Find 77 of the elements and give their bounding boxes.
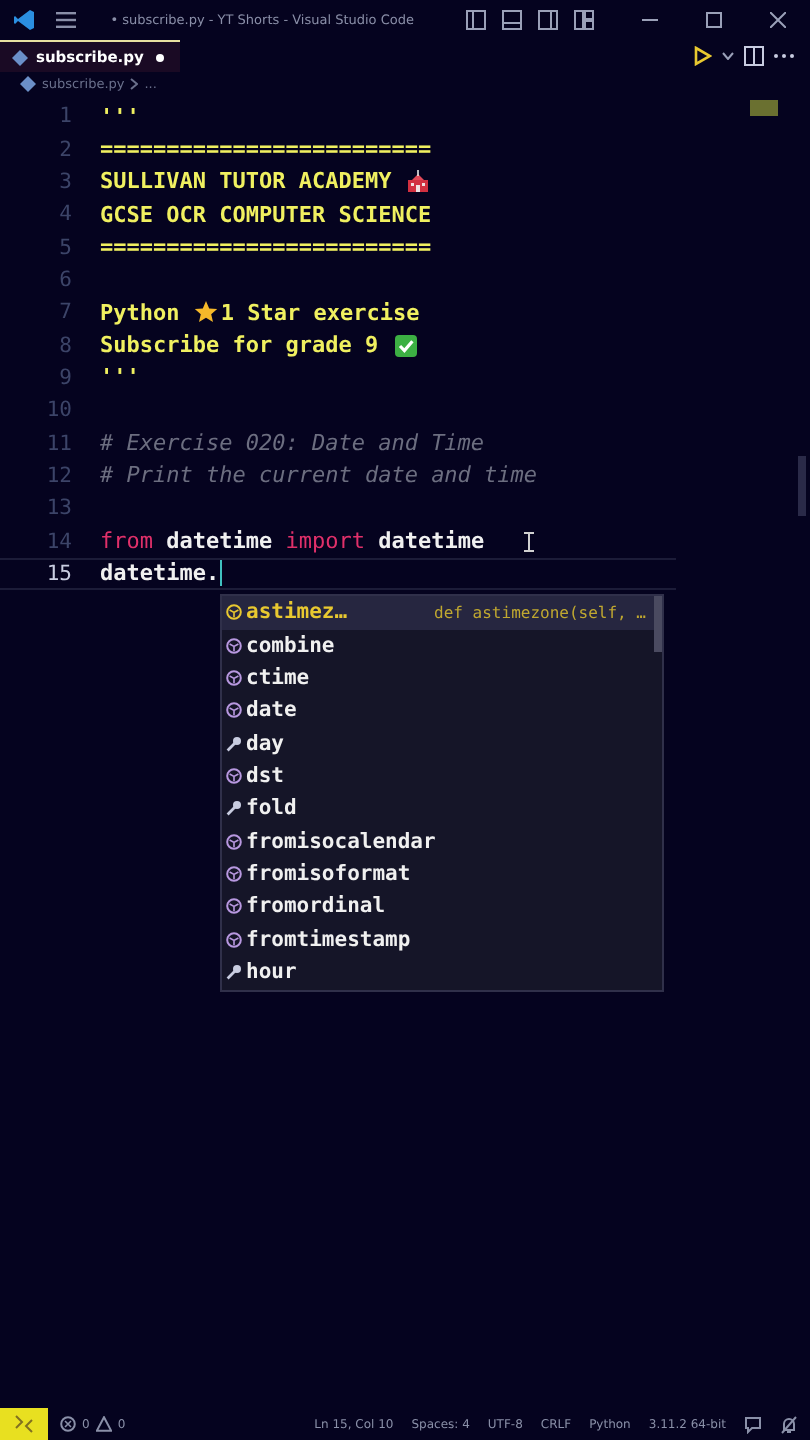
line-number: 10 <box>44 398 72 423</box>
chevron-icon <box>130 78 139 90</box>
code-text: datetime. <box>100 560 220 587</box>
code-text: Python <box>100 299 182 326</box>
line-number: 7 <box>57 300 72 325</box>
close-icon[interactable] <box>770 12 786 28</box>
line-number: 3 <box>57 169 72 194</box>
maximize-icon[interactable] <box>706 12 722 28</box>
run-icon[interactable] <box>694 46 712 66</box>
caret-icon[interactable] <box>722 52 734 60</box>
scrollbar-thumb[interactable] <box>654 596 662 653</box>
panel-toggle-icon[interactable] <box>502 10 522 30</box>
suggestion-item[interactable]: hour <box>222 955 654 989</box>
line-number: 14 <box>44 529 72 554</box>
line-number: 9 <box>57 365 72 390</box>
wrench-icon <box>226 800 242 817</box>
logo-icon <box>12 8 36 32</box>
line-number: 4 <box>57 202 72 227</box>
suggestion-item[interactable]: date <box>222 694 654 728</box>
suggestion-item[interactable]: fromisocalendar <box>222 825 654 858</box>
cube-icon <box>226 898 242 915</box>
line-number: 2 <box>57 137 72 162</box>
suggestion-item[interactable]: fromtimestamp <box>222 923 654 956</box>
line-number: 13 <box>44 496 72 521</box>
suggestion-item[interactable]: ctime <box>222 661 654 695</box>
line-number: 5 <box>57 235 72 260</box>
text-cursor-icon <box>524 531 535 552</box>
text-cursor <box>219 560 223 587</box>
line-number: 15 <box>44 561 72 586</box>
split-editor-icon[interactable] <box>744 46 764 66</box>
cube-icon <box>226 931 242 948</box>
code-text: ''' <box>100 103 140 130</box>
code-text: 1 Star exercise <box>220 299 420 326</box>
line-number: 1 <box>57 104 72 129</box>
cube-icon <box>226 833 242 850</box>
line-number: 11 <box>44 431 72 456</box>
code-text: GCSE OCR COMPUTER SCIENCE <box>100 201 432 228</box>
sidebar-toggle-icon[interactable] <box>466 10 486 30</box>
menu-icon[interactable] <box>56 12 76 28</box>
code-text: ========================= <box>100 234 432 261</box>
bell-icon[interactable] <box>780 1415 798 1433</box>
cube-icon <box>226 670 242 687</box>
suggestion-item[interactable]: fromordinal <box>222 890 654 924</box>
code-text: ''' <box>100 364 140 391</box>
school-building-icon <box>406 169 431 194</box>
code-text: from datetime import datetime <box>100 528 485 555</box>
code-text: # Print the current date and time <box>100 462 538 489</box>
wrench-icon <box>226 735 242 752</box>
layout-icon[interactable] <box>574 10 594 30</box>
scrollbar-thumb[interactable] <box>798 456 806 516</box>
line-number: 8 <box>57 333 72 358</box>
check-mark-icon <box>393 333 418 358</box>
code-text: Subscribe for grade 9 <box>100 332 381 359</box>
wrench-icon <box>226 964 242 981</box>
code-text: # Exercise 020: Date and Time <box>100 430 485 457</box>
cube-icon <box>226 637 242 654</box>
warning-icon <box>95 1416 112 1432</box>
suggestion-item[interactable]: fromisoformat <box>222 857 654 891</box>
suggestion-item[interactable]: day <box>222 727 654 760</box>
code-text: SULLIVAN TUTOR ACADEMY <box>100 168 394 195</box>
star-icon <box>194 300 219 325</box>
remote-icon[interactable] <box>0 1408 48 1440</box>
line-number: 6 <box>57 267 72 292</box>
code-text: ========================= <box>100 136 432 163</box>
feedback-icon[interactable] <box>744 1415 762 1433</box>
cube-icon <box>226 866 242 883</box>
error-icon <box>60 1416 76 1432</box>
cube-icon <box>226 768 242 785</box>
minimap-drawing <box>750 100 778 116</box>
suggestion-item[interactable]: astimez… def astimezone(self, … <box>222 596 654 629</box>
suggestion-item[interactable]: fold <box>222 792 654 826</box>
cube-icon <box>226 702 242 719</box>
cube-icon <box>226 604 242 621</box>
suggestion-item[interactable]: combine <box>222 629 654 662</box>
suggestion-item[interactable]: dst <box>222 759 654 793</box>
secondary-sidebar-icon[interactable] <box>538 10 558 30</box>
line-number: 12 <box>44 463 72 488</box>
